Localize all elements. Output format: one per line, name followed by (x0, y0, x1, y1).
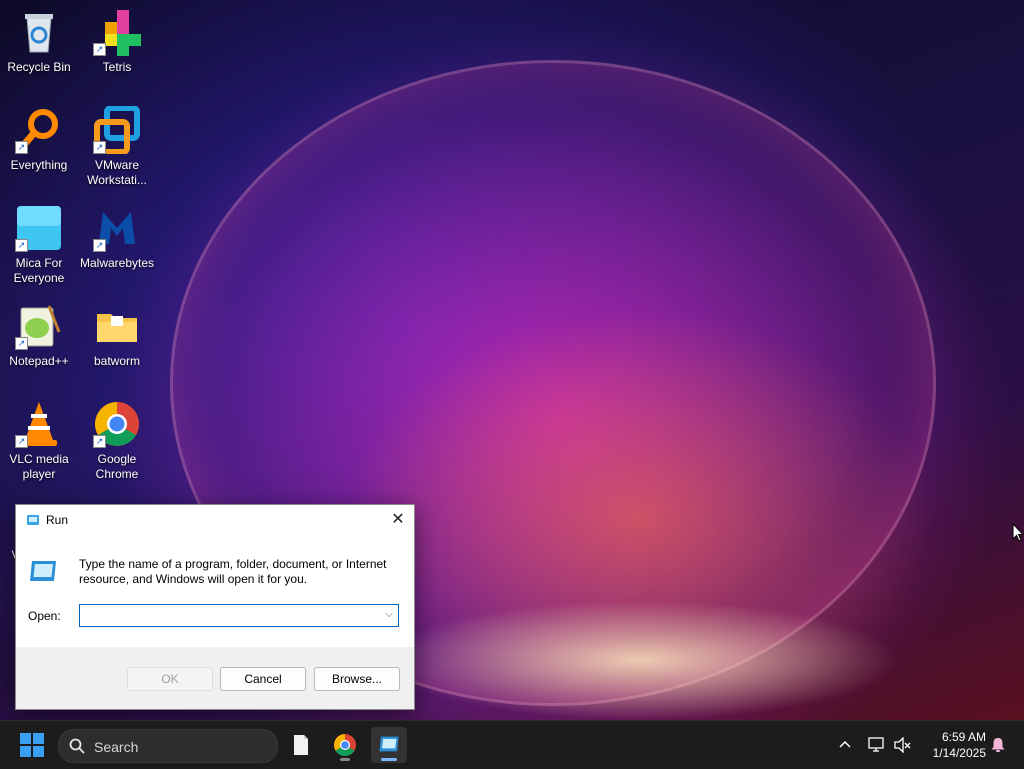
desktop-icon-tetris[interactable]: ↗ Tetris (79, 8, 155, 75)
taskbar: Search 6:59 AM 1/14/2025 (0, 720, 1024, 769)
clock-time: 6:59 AM (941, 730, 986, 744)
open-combobox[interactable]: ⌵ (79, 604, 399, 627)
desktop-icon-vlc[interactable]: ↗ VLC media player (1, 400, 77, 482)
open-label: Open: (28, 609, 61, 623)
vmware-icon: ↗ (93, 105, 141, 155)
taskbar-chrome[interactable] (327, 727, 363, 763)
close-button[interactable]: ✕ (382, 505, 414, 535)
shortcut-arrow-icon: ↗ (15, 337, 28, 350)
desktop-icon-batworm[interactable]: batworm (79, 302, 155, 369)
file-explorer-icon (293, 734, 309, 761)
mouse-cursor-icon (1012, 522, 1024, 543)
run-icon (378, 735, 400, 758)
run-titlebar[interactable]: Run ✕ (16, 505, 414, 535)
running-indicator (340, 758, 350, 761)
notifications-button[interactable] (988, 721, 1008, 769)
malwarebytes-icon: ↗ (93, 204, 141, 252)
desktop-icon-recycle-bin[interactable]: Recycle Bin (1, 8, 77, 75)
cancel-button[interactable]: Cancel (220, 667, 306, 691)
shortcut-arrow-icon: ↗ (15, 435, 28, 448)
desktop-icon-google-chrome[interactable]: ↗ Google Chrome (79, 400, 155, 482)
desktop-icon-vmware[interactable]: ↗ VMware Workstati... (79, 105, 155, 188)
desktop-icon-label: Everything (10, 158, 68, 172)
network-icon (868, 737, 884, 752)
run-icon (26, 513, 40, 525)
vlc-icon: ↗ (15, 400, 63, 448)
search-placeholder: Search (94, 739, 139, 755)
desktop-icon-label: Malwarebytes (79, 256, 155, 270)
desktop-icon-notepad-plus-plus[interactable]: ↗ Notepad++ (1, 302, 77, 369)
browse-button[interactable]: Browse... (314, 667, 400, 691)
mica-icon: ↗ (15, 204, 63, 252)
desktop-icon-label: Mica For Everyone (13, 256, 65, 285)
desktop-icon-label: Google Chrome (95, 452, 139, 481)
wallpaper-glow (380, 600, 900, 720)
taskbar-run[interactable] (371, 727, 407, 763)
desktop-icon-malwarebytes[interactable]: ↗ Malwarebytes (79, 204, 155, 271)
clock-date: 1/14/2025 (932, 746, 986, 760)
folder-icon (93, 302, 141, 350)
show-hidden-icons-button[interactable] (836, 721, 854, 769)
volume-button[interactable] (892, 721, 914, 769)
active-indicator (381, 758, 397, 761)
everything-search-icon: ↗ (15, 106, 63, 154)
desktop-icon-label: VLC media player (9, 452, 69, 481)
desktop-icon-label: VMware Workstati... (87, 158, 147, 187)
start-button[interactable] (20, 733, 44, 757)
recycle-bin-icon (15, 8, 63, 56)
desktop-icon-label: Notepad++ (9, 354, 69, 368)
run-description: Type the name of a program, folder, docu… (79, 557, 387, 586)
desktop-icon-label: batworm (93, 354, 140, 368)
volume-muted-icon (894, 737, 911, 753)
tetris-icon: ↗ (93, 8, 141, 56)
search-icon (69, 738, 85, 754)
open-input[interactable] (80, 605, 378, 624)
taskbar-file-explorer[interactable] (283, 727, 319, 763)
taskbar-clock[interactable]: 6:59 AM 1/14/2025 (920, 729, 986, 761)
desktop-icon-label: Recycle Bin (7, 60, 71, 74)
close-icon: ✕ (391, 511, 405, 528)
taskbar-search[interactable]: Search (58, 729, 278, 763)
run-title: Run (46, 513, 69, 527)
chrome-icon: ↗ (93, 400, 141, 448)
network-button[interactable] (866, 721, 888, 769)
notepad-plus-plus-icon: ↗ (15, 302, 63, 350)
chevron-up-icon (839, 740, 851, 748)
desktop-icon-mica[interactable]: ↗ Mica For Everyone (1, 204, 77, 286)
chevron-down-icon[interactable]: ⌵ (382, 607, 396, 623)
shortcut-arrow-icon: ↗ (93, 435, 106, 448)
run-icon (28, 559, 58, 583)
run-body: Type the name of a program, folder, docu… (16, 535, 414, 647)
desktop-icon-everything[interactable]: ↗ Everything (1, 106, 77, 173)
shortcut-arrow-icon: ↗ (93, 43, 106, 56)
bell-icon (991, 738, 1005, 752)
run-dialog: Run ✕ Type the name of a program, folder… (15, 504, 415, 710)
ok-button[interactable]: OK (127, 667, 213, 691)
desktop-icon-label: Tetris (102, 60, 132, 74)
shortcut-arrow-icon: ↗ (15, 141, 28, 154)
shortcut-arrow-icon: ↗ (15, 239, 28, 252)
shortcut-arrow-icon: ↗ (93, 141, 106, 154)
shortcut-arrow-icon: ↗ (93, 239, 106, 252)
